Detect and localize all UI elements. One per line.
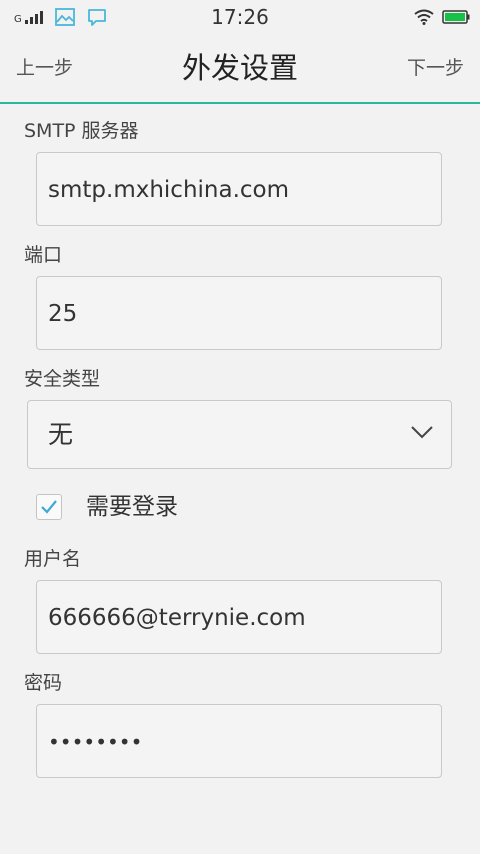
chevron-down-icon bbox=[411, 426, 433, 439]
port-value: 25 bbox=[48, 301, 78, 327]
status-clock: 17:26 bbox=[211, 5, 269, 29]
next-step-button[interactable]: 下一步 bbox=[407, 56, 464, 80]
username-label: 用户名 bbox=[24, 548, 82, 570]
require-login-checkbox[interactable] bbox=[36, 494, 62, 520]
wifi-icon bbox=[414, 9, 434, 25]
require-login-row[interactable]: 需要登录 bbox=[36, 492, 178, 522]
status-bar: G 17:26 bbox=[0, 0, 480, 34]
security-type-label: 安全类型 bbox=[24, 368, 101, 390]
smtp-server-value: smtp.mxhichina.com bbox=[48, 177, 290, 203]
port-input[interactable]: 25 bbox=[36, 276, 442, 350]
port-label: 端口 bbox=[24, 244, 63, 266]
username-value: 666666@terrynie.com bbox=[48, 605, 306, 631]
smtp-server-label: SMTP 服务器 bbox=[24, 120, 139, 142]
require-login-label: 需要登录 bbox=[86, 494, 178, 520]
password-input[interactable]: •••••••• bbox=[36, 704, 442, 778]
smtp-server-input[interactable]: smtp.mxhichina.com bbox=[36, 152, 442, 226]
battery-icon bbox=[442, 10, 470, 24]
status-right-group bbox=[414, 7, 470, 27]
password-value: •••••••• bbox=[48, 730, 143, 754]
security-type-value: 无 bbox=[48, 420, 74, 449]
checkmark-icon bbox=[41, 500, 57, 514]
security-type-select[interactable]: 无 bbox=[27, 400, 452, 469]
password-label: 密码 bbox=[24, 672, 63, 694]
username-input[interactable]: 666666@terrynie.com bbox=[36, 580, 442, 654]
navigation-bar: 上一步 外发设置 下一步 bbox=[0, 34, 480, 104]
